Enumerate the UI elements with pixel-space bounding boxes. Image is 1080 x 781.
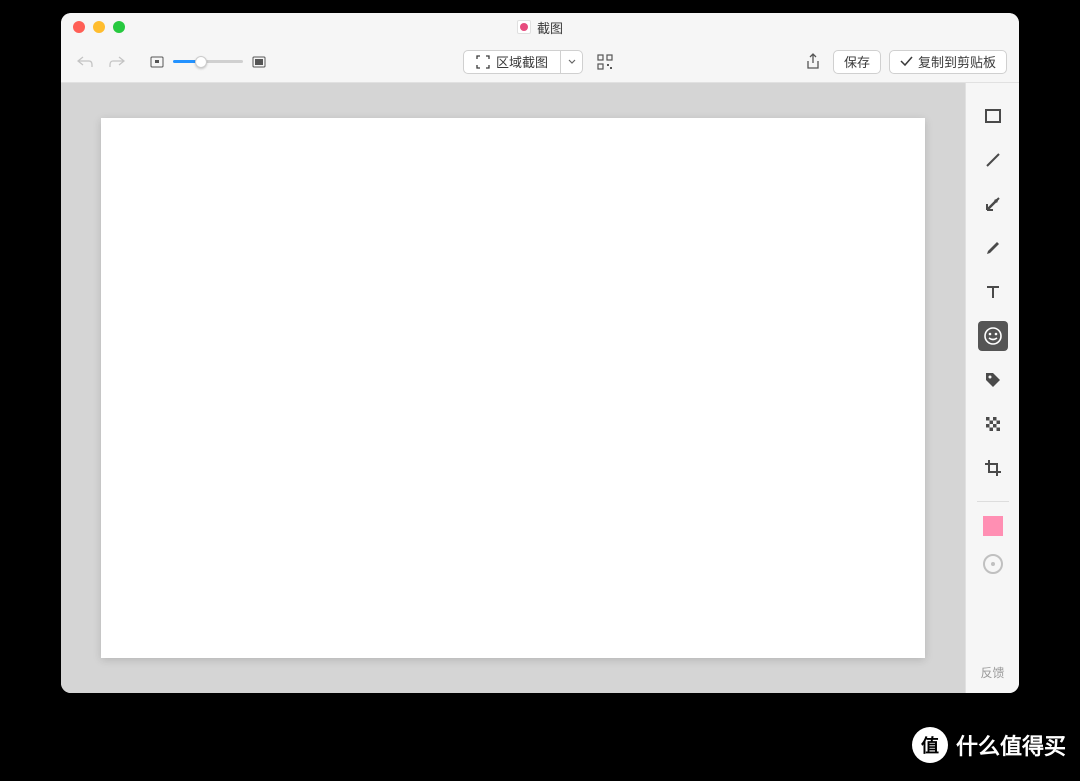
mosaic-icon <box>984 415 1002 433</box>
main-area: 反馈 <box>61 83 1019 693</box>
tag-tool[interactable] <box>978 365 1008 395</box>
undo-button[interactable] <box>73 50 97 74</box>
app-window: 截图 <box>61 13 1019 693</box>
close-window-button[interactable] <box>73 21 85 33</box>
app-icon <box>517 20 531 34</box>
toolbar: 区域截图 保存 复制到剪贴板 <box>61 41 1019 83</box>
watermark-badge: 值 <box>912 727 948 763</box>
canvas-area <box>61 83 965 693</box>
line-tool[interactable] <box>978 145 1008 175</box>
copy-label: 复制到剪贴板 <box>918 52 996 71</box>
watermark: 值 什么值得买 <box>912 727 1066 763</box>
region-capture-icon <box>476 55 490 69</box>
capture-mode-label: 区域截图 <box>496 52 548 71</box>
pencil-tool[interactable] <box>978 233 1008 263</box>
toolbar-right: 保存 复制到剪贴板 <box>801 50 1007 74</box>
traffic-lights <box>61 21 125 33</box>
zoom-slider[interactable] <box>173 60 243 63</box>
tool-divider <box>977 501 1009 502</box>
arrow-icon <box>984 195 1002 213</box>
check-icon <box>900 56 913 67</box>
zoom-in-icon[interactable] <box>247 50 271 74</box>
tag-icon <box>984 371 1002 389</box>
smiley-icon <box>983 326 1003 346</box>
sticker-tool[interactable] <box>978 321 1008 351</box>
target-tool[interactable] <box>983 554 1003 574</box>
window-title-group: 截图 <box>517 18 563 37</box>
save-button[interactable]: 保存 <box>833 50 881 74</box>
rectangle-tool[interactable] <box>978 101 1008 131</box>
maximize-window-button[interactable] <box>113 21 125 33</box>
copy-to-clipboard-button[interactable]: 复制到剪贴板 <box>889 50 1007 74</box>
crop-tool[interactable] <box>978 453 1008 483</box>
redo-button[interactable] <box>105 50 129 74</box>
tool-sidebar: 反馈 <box>965 83 1019 693</box>
canvas[interactable] <box>101 118 925 658</box>
color-picker[interactable] <box>983 516 1003 536</box>
save-label: 保存 <box>844 52 870 71</box>
feedback-link[interactable]: 反馈 <box>980 664 1004 693</box>
share-button[interactable] <box>801 50 825 74</box>
zoom-out-icon[interactable] <box>145 50 169 74</box>
capture-mode-main[interactable]: 区域截图 <box>464 51 560 73</box>
titlebar: 截图 <box>61 13 1019 41</box>
window-title: 截图 <box>537 18 563 37</box>
zoom-slider-group <box>145 50 271 74</box>
chevron-down-icon <box>568 59 576 64</box>
toolbar-left <box>73 50 271 74</box>
rectangle-icon <box>984 107 1002 125</box>
pencil-icon <box>984 239 1002 257</box>
minimize-window-button[interactable] <box>93 21 105 33</box>
qrcode-button[interactable] <box>593 50 617 74</box>
toolbar-center: 区域截图 <box>463 50 617 74</box>
target-dot-icon <box>991 562 995 566</box>
text-icon <box>984 283 1002 301</box>
crop-icon <box>984 459 1002 477</box>
zoom-slider-thumb[interactable] <box>195 56 207 68</box>
mosaic-tool[interactable] <box>978 409 1008 439</box>
line-icon <box>984 151 1002 169</box>
arrow-tool[interactable] <box>978 189 1008 219</box>
text-tool[interactable] <box>978 277 1008 307</box>
capture-mode-selector[interactable]: 区域截图 <box>463 50 583 74</box>
capture-mode-dropdown[interactable] <box>560 51 582 73</box>
watermark-text: 什么值得买 <box>956 729 1066 761</box>
